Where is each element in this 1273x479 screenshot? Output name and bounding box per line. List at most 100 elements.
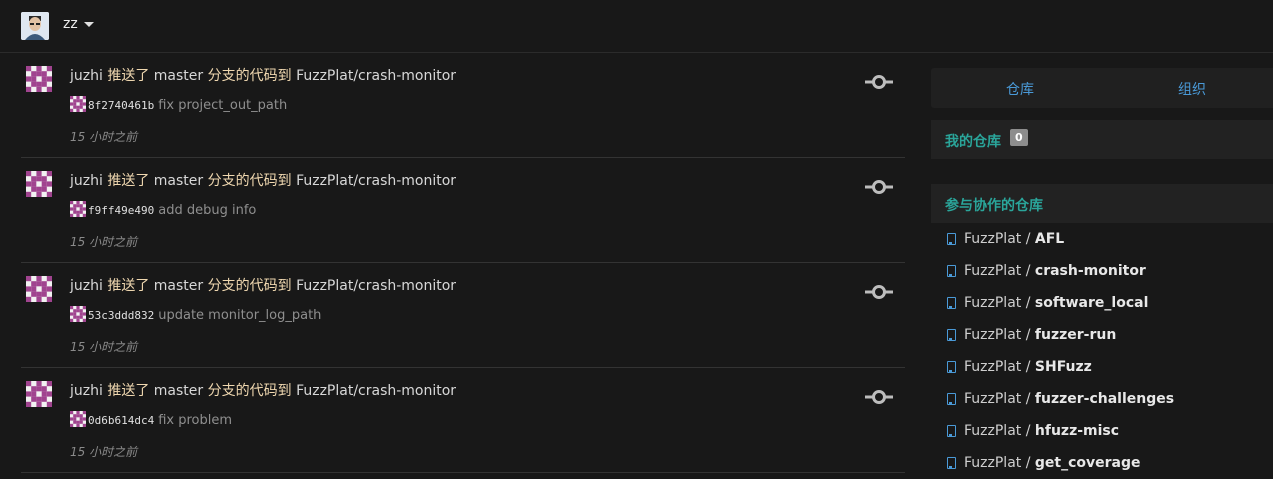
repo-owner: FuzzPlat (964, 423, 1022, 439)
repo-icon (947, 457, 956, 469)
commit-sha-link[interactable]: 53c3ddd832 (88, 309, 154, 322)
committer-avatar (70, 411, 86, 427)
chevron-down-icon[interactable] (84, 22, 94, 27)
committer-avatar (70, 306, 86, 322)
repo-link[interactable]: FuzzPlat/crash-monitor (296, 383, 456, 399)
commit-sha-link[interactable]: 0d6b614dc4 (88, 414, 154, 427)
feed-timestamp: 15 小时之前 (70, 445, 138, 459)
feed-timestamp: 15 小时之前 (70, 130, 138, 144)
committer-avatar (70, 96, 86, 112)
repo-list-item[interactable]: FuzzPlat / get_coverage (931, 447, 1273, 479)
commit-line: f9ff49e490 add debug info (70, 201, 256, 218)
repo-icon (947, 393, 956, 405)
action-text: 推送了 (107, 278, 150, 294)
action-text: 分支的代码到 (207, 278, 292, 294)
branch-link[interactable]: master (154, 173, 203, 189)
feed-item: juzhi 推送了 master 分支的代码到 FuzzPlat/crash-m… (21, 158, 905, 263)
feed-item: juzhi 推送了 master 分支的代码到 FuzzPlat/crash-m… (21, 263, 905, 368)
collab-repos-title: 参与协作的仓库 (945, 198, 1043, 214)
commit-line: 0d6b614dc4 fix problem (70, 411, 232, 428)
repo-icon (947, 233, 956, 245)
activity-feed: juzhi 推送了 master 分支的代码到 FuzzPlat/crash-m… (21, 53, 905, 473)
repo-name: fuzzer-run (1034, 327, 1117, 343)
commit-message: update monitor_log_path (158, 308, 322, 323)
repo-icon (947, 265, 956, 277)
repo-name: SHFuzz (1034, 359, 1092, 375)
commit-sha-link[interactable]: f9ff49e490 (88, 204, 154, 217)
actor-avatar[interactable] (26, 171, 52, 197)
repo-name: software_local (1034, 295, 1149, 311)
actor-link[interactable]: juzhi (70, 383, 103, 399)
commit-message: fix problem (158, 413, 233, 428)
actor-avatar[interactable] (26, 381, 52, 407)
committer-avatar (70, 201, 86, 217)
repo-list-item[interactable]: FuzzPlat / crash-monitor (931, 255, 1273, 287)
repo-owner: FuzzPlat (964, 263, 1022, 279)
repo-owner: FuzzPlat (964, 327, 1022, 343)
repo-list-item[interactable]: FuzzPlat / AFL (931, 223, 1273, 255)
actor-link[interactable]: juzhi (70, 278, 103, 294)
repo-owner: FuzzPlat (964, 391, 1022, 407)
repo-count-badge: 0 (1010, 129, 1028, 146)
my-repos-header: 我的仓库 0 (931, 120, 1273, 159)
feed-timestamp: 15 小时之前 (70, 340, 138, 354)
actor-avatar[interactable] (26, 66, 52, 92)
repo-name: crash-monitor (1034, 263, 1146, 279)
feed-item: juzhi 推送了 master 分支的代码到 FuzzPlat/crash-m… (21, 53, 905, 158)
feed-timestamp: 15 小时之前 (70, 235, 138, 249)
repo-owner: FuzzPlat (964, 295, 1022, 311)
my-repos-title: 我的仓库 (945, 134, 1001, 150)
git-commit-icon (865, 180, 893, 194)
repo-list-item[interactable]: FuzzPlat / fuzzer-run (931, 319, 1273, 351)
feed-headline: juzhi 推送了 master 分支的代码到 FuzzPlat/crash-m… (70, 380, 456, 400)
actor-avatar[interactable] (26, 276, 52, 302)
user-avatar[interactable] (21, 12, 49, 40)
repo-icon (947, 329, 956, 341)
action-text: 分支的代码到 (207, 383, 292, 399)
repo-name: hfuzz-misc (1034, 423, 1120, 439)
repo-owner: FuzzPlat (964, 231, 1022, 247)
action-text: 推送了 (107, 68, 150, 84)
commit-sha-link[interactable]: 8f2740461b (88, 99, 154, 112)
feed-item: juzhi 推送了 master 分支的代码到 FuzzPlat/crash-m… (21, 368, 905, 473)
action-text: 推送了 (107, 173, 150, 189)
repo-list-item[interactable]: FuzzPlat / software_local (931, 287, 1273, 319)
branch-link[interactable]: master (154, 68, 203, 84)
git-commit-icon (865, 390, 893, 404)
repo-link[interactable]: FuzzPlat/crash-monitor (296, 278, 456, 294)
repo-icon (947, 297, 956, 309)
repo-link[interactable]: FuzzPlat/crash-monitor (296, 173, 456, 189)
repo-name: fuzzer-challenges (1034, 391, 1175, 407)
user-avatar-image (21, 12, 49, 40)
feed-headline: juzhi 推送了 master 分支的代码到 FuzzPlat/crash-m… (70, 65, 456, 85)
commit-message: fix project_out_path (158, 98, 288, 113)
actor-link[interactable]: juzhi (70, 68, 103, 84)
collab-repos-header: 参与协作的仓库 (931, 184, 1273, 223)
action-text: 分支的代码到 (207, 173, 292, 189)
commit-line: 53c3ddd832 update monitor_log_path (70, 306, 321, 323)
git-commit-icon (865, 75, 893, 89)
repo-list-item[interactable]: FuzzPlat / SHFuzz (931, 351, 1273, 383)
commit-line: 8f2740461b fix project_out_path (70, 96, 287, 113)
repo-link[interactable]: FuzzPlat/crash-monitor (296, 68, 456, 84)
repo-name: AFL (1034, 231, 1065, 247)
branch-link[interactable]: master (154, 278, 203, 294)
feed-headline: juzhi 推送了 master 分支的代码到 FuzzPlat/crash-m… (70, 275, 456, 295)
action-text: 分支的代码到 (207, 68, 292, 84)
action-text: 推送了 (107, 383, 150, 399)
feed-headline: juzhi 推送了 master 分支的代码到 FuzzPlat/crash-m… (70, 170, 456, 190)
git-commit-icon (865, 285, 893, 299)
repo-list-item[interactable]: FuzzPlat / hfuzz-misc (931, 415, 1273, 447)
username-label[interactable]: zz (63, 16, 78, 32)
branch-link[interactable]: master (154, 383, 203, 399)
actor-link[interactable]: juzhi (70, 173, 103, 189)
commit-message: add debug info (158, 203, 257, 218)
tab-organizations[interactable]: 组织 (1178, 79, 1206, 99)
sidebar-tabs: 仓库 组织 (931, 68, 1273, 108)
repo-owner: FuzzPlat (964, 359, 1022, 375)
repo-list-item[interactable]: FuzzPlat / fuzzer-challenges (931, 383, 1273, 415)
top-navbar: zz (0, 0, 1273, 53)
collab-repo-list: FuzzPlat / AFL FuzzPlat / crash-monitor Fu… (931, 223, 1273, 479)
tab-repositories[interactable]: 仓库 (1006, 79, 1034, 99)
repo-icon (947, 361, 956, 373)
